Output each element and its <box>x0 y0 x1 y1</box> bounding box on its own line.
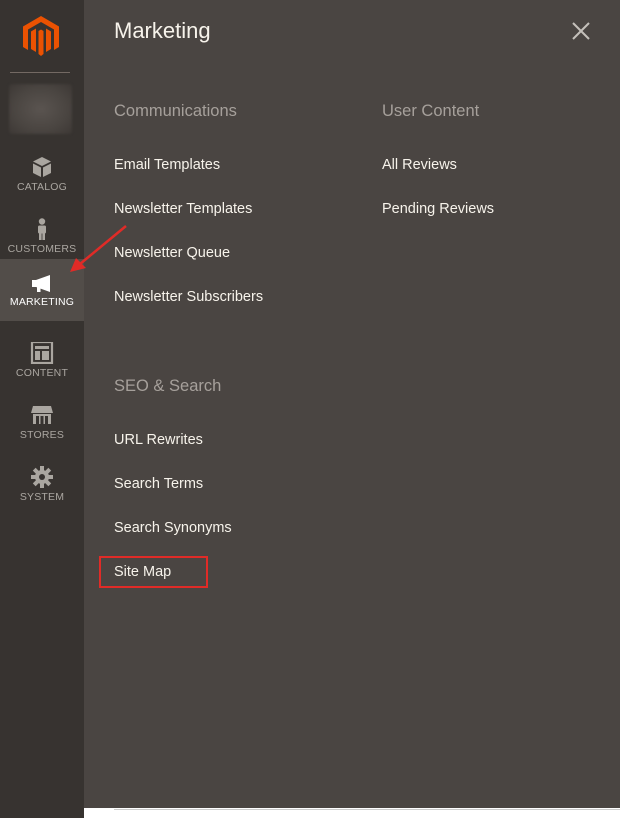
annotation-arrow-icon <box>70 225 127 272</box>
gear-icon <box>31 466 53 488</box>
close-icon[interactable] <box>570 20 592 42</box>
menu-link-email-templates[interactable]: Email Templates <box>114 157 220 173</box>
section-title-seo-search: SEO & Search <box>114 377 222 395</box>
sidebar-item-label: CATALOG <box>16 181 68 193</box>
menu-link-search-terms[interactable]: Search Terms <box>114 476 203 492</box>
layout-icon <box>30 342 54 364</box>
menu-link-newsletter-subscribers[interactable]: Newsletter Subscribers <box>114 289 263 305</box>
menu-link-pending-reviews[interactable]: Pending Reviews <box>382 201 494 217</box>
sidebar-item-label: MARKETING <box>9 296 75 308</box>
marketing-menu-panel: Marketing Communications Email Templates… <box>84 0 620 808</box>
box-icon <box>33 157 51 177</box>
sidebar-item-label: SYSTEM <box>19 491 65 503</box>
menu-link-newsletter-templates[interactable]: Newsletter Templates <box>114 201 252 217</box>
avatar[interactable] <box>9 84 72 134</box>
menu-link-url-rewrites[interactable]: URL Rewrites <box>114 432 203 448</box>
panel-bottom-divider <box>114 809 620 810</box>
sidebar-item-system[interactable]: SYSTEM <box>0 456 84 518</box>
menu-link-search-synonyms[interactable]: Search Synonyms <box>114 520 232 536</box>
logo-divider <box>10 72 70 73</box>
megaphone-icon <box>32 275 50 292</box>
person-icon <box>38 218 46 240</box>
panel-title: Marketing <box>114 18 211 43</box>
magento-logo-icon[interactable] <box>21 14 61 58</box>
sidebar-item-catalog[interactable]: CATALOG <box>0 146 84 208</box>
site-map-highlight-box <box>99 556 208 588</box>
storefront-icon <box>31 406 53 424</box>
section-title-user-content: User Content <box>382 102 480 120</box>
section-title-communications: Communications <box>114 102 237 120</box>
sidebar-item-label: CONTENT <box>15 367 69 379</box>
sidebar-item-content[interactable]: CONTENT <box>0 332 84 394</box>
sidebar-item-label: STORES <box>19 429 65 441</box>
menu-link-all-reviews[interactable]: All Reviews <box>382 157 457 173</box>
admin-sidebar: CATALOG CUSTOMERS MARKETING CONTENT STOR… <box>0 0 84 818</box>
sidebar-item-stores[interactable]: STORES <box>0 394 84 456</box>
